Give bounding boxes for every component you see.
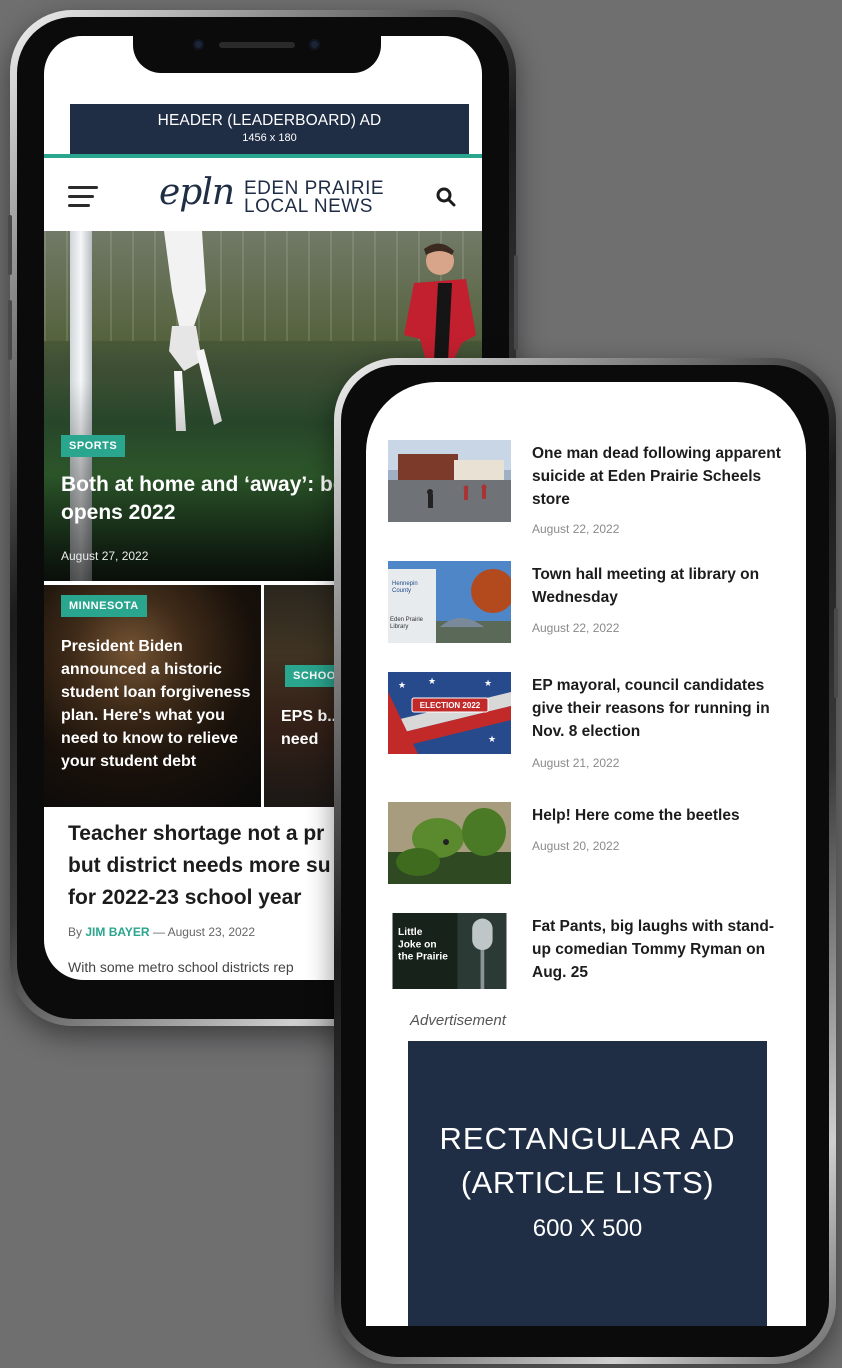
thumb-library-line-2: County — [392, 588, 411, 594]
list-item-date: August 20, 2022 — [532, 839, 620, 853]
article-thumbnail: ★ ★ ★ ★ ELECTION 2022 — [388, 672, 511, 754]
advertisement-label: Advertisement — [410, 1012, 506, 1029]
svg-text:★: ★ — [488, 734, 496, 744]
article-byline: By JIM BAYER — August 23, 2022 — [68, 925, 255, 939]
article-thumbnail: Little Joke on the Prairie — [392, 913, 507, 989]
hero-category-badge[interactable]: SPORTS — [61, 435, 126, 457]
svg-text:★: ★ — [484, 678, 492, 688]
site-header: epln EDEN PRAIRIE LOCAL NEWS — [44, 158, 482, 231]
list-item-title[interactable]: Help! Here come the beetles — [532, 804, 790, 827]
list-item[interactable]: Hennepin County Eden Prairie Library Tow… — [388, 559, 788, 670]
thumb-election-label: ELECTION 2022 — [420, 701, 481, 710]
phone-side-button — [834, 608, 838, 698]
sensor-icon — [309, 39, 320, 50]
article-list: One man dead following apparent suicide … — [388, 438, 788, 1032]
svg-text:★: ★ — [398, 680, 406, 690]
list-item-title[interactable]: Town hall meeting at library on Wednesda… — [532, 563, 790, 609]
speaker-grille — [219, 42, 295, 48]
logo-line-2: LOCAL NEWS — [244, 196, 373, 217]
hero-date: August 27, 2022 — [61, 549, 149, 563]
site-logo-text[interactable]: EDEN PRAIRIE LOCAL NEWS — [244, 179, 384, 217]
search-icon[interactable] — [436, 187, 456, 207]
card-category-badge[interactable]: MINNESOTA — [61, 595, 147, 617]
author-link[interactable]: JIM BAYER — [85, 925, 149, 939]
header-ad-title: HEADER (LEADERBOARD) AD — [157, 112, 382, 129]
byline-prefix: By — [68, 925, 83, 939]
thumb-library-line-3: Eden Prairie — [390, 617, 424, 623]
site-logo-mark[interactable]: epln — [159, 172, 235, 213]
rectangular-ad[interactable]: RECTANGULAR AD (ARTICLE LISTS) 600 X 500 — [408, 1041, 767, 1326]
list-item-title[interactable]: EP mayoral, council candidates give thei… — [532, 674, 790, 743]
phone-side-button — [8, 215, 12, 275]
thumb-podcast-line-3: the Prairie — [398, 951, 448, 962]
list-item[interactable]: One man dead following apparent suicide … — [388, 438, 788, 559]
list-item-date: August 21, 2022 — [532, 756, 620, 770]
rect-ad-line-1: RECTANGULAR AD — [439, 1121, 736, 1156]
thumb-podcast-line-2: Joke on — [398, 939, 437, 950]
hamburger-menu-icon[interactable] — [68, 186, 98, 207]
phone-side-button — [514, 255, 518, 350]
list-item[interactable]: Help! Here come the beetles August 20, 2… — [388, 800, 788, 911]
phone-notch — [133, 17, 381, 73]
header-ad-size: 1456 x 180 — [242, 132, 297, 144]
phone-side-button — [8, 300, 12, 360]
card-headline[interactable]: President Biden announced a historic stu… — [61, 635, 261, 773]
svg-text:★: ★ — [428, 676, 436, 686]
article-thumbnail — [388, 802, 511, 884]
phone-right-frame: One man dead following apparent suicide … — [334, 358, 838, 1364]
story-card-minnesota[interactable]: MINNESOTA President Biden announced a hi… — [44, 585, 261, 807]
thumb-library-line-4: Library — [390, 624, 408, 630]
thumb-podcast-line-1: Little — [398, 927, 423, 938]
phone-right-screen: One man dead following apparent suicide … — [366, 382, 806, 1326]
thumb-library-line-1: Hennepin — [392, 581, 418, 587]
article-thumbnail — [388, 440, 511, 522]
rect-ad-line-3: 600 X 500 — [532, 1215, 643, 1242]
list-item-title[interactable]: One man dead following apparent suicide … — [532, 442, 790, 511]
phone-right-bezel: One man dead following apparent suicide … — [341, 365, 829, 1357]
header-leaderboard-ad[interactable]: HEADER (LEADERBOARD) AD 1456 x 180 — [70, 104, 469, 154]
article-thumbnail: Hennepin County Eden Prairie Library — [388, 561, 511, 643]
list-item[interactable]: ★ ★ ★ ★ ELECTION 2022 EP mayoral, council … — [388, 670, 788, 800]
list-item-date: August 22, 2022 — [532, 522, 620, 536]
list-item-date: August 22, 2022 — [532, 621, 620, 635]
article-excerpt: With some metro school districts rep — [68, 959, 294, 975]
article-date: — August 23, 2022 — [152, 925, 256, 939]
camera-icon — [193, 39, 204, 50]
rect-ad-line-2: (ARTICLE LISTS) — [460, 1165, 715, 1200]
list-item-title[interactable]: Fat Pants, big laughs with stand-up come… — [532, 915, 790, 984]
